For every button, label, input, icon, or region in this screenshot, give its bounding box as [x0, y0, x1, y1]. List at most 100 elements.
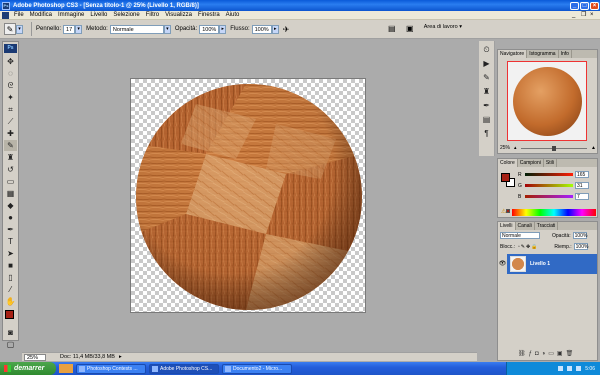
layer-comps-panel-icon[interactable]: ▤	[481, 114, 493, 125]
blur-tool-icon[interactable]: ◆	[4, 200, 17, 211]
tab-styles[interactable]: Stili	[544, 159, 557, 167]
tab-channels[interactable]: Canali	[516, 222, 535, 230]
shape-tool-icon[interactable]: ■	[4, 260, 17, 271]
healing-brush-tool-icon[interactable]: ✚	[4, 128, 17, 139]
layer-mask-icon[interactable]: ◘	[535, 351, 542, 357]
link-layers-icon[interactable]: ⛓	[518, 351, 529, 357]
clock[interactable]: 5:06	[585, 366, 595, 372]
tool-preset-dropdown[interactable]: ▾	[16, 24, 23, 34]
close-button[interactable]: ×	[590, 1, 599, 10]
lasso-tool-icon[interactable]: ᘓ	[4, 80, 17, 91]
move-tool-icon[interactable]: ✥	[4, 56, 17, 67]
brush-tool-icon[interactable]: ✎	[4, 140, 17, 151]
mode-dropdown[interactable]: ▾	[163, 24, 171, 34]
taskbar-item-photoshop[interactable]: Adobe Photoshop CS...	[149, 363, 219, 374]
maximize-button[interactable]: □	[580, 1, 589, 10]
menu-finestra[interactable]: Finestra	[195, 12, 223, 18]
mode-select[interactable]: Normale	[109, 24, 164, 34]
lock-icons[interactable]: ▫✎✥🔒	[518, 244, 538, 250]
menu-filtro[interactable]: Filtro	[143, 12, 162, 18]
doc-minimize-icon[interactable]: _	[572, 12, 578, 18]
layer-name[interactable]: Livello 1	[530, 261, 550, 267]
flow-dropdown[interactable]: ▸	[271, 24, 279, 34]
brush-size-picker[interactable]: 17	[63, 24, 76, 34]
tray-network-icon[interactable]	[558, 366, 564, 371]
eyedropper-tool-icon[interactable]: ⁄	[4, 284, 17, 295]
workspace-menu[interactable]: Area di lavoro ▾	[424, 24, 462, 30]
status-menu-arrow-icon[interactable]: ▸	[119, 354, 122, 360]
foreground-color-swatch[interactable]	[5, 310, 14, 319]
canvas[interactable]	[130, 78, 366, 313]
tab-histogram[interactable]: Istogramma	[527, 50, 559, 58]
eraser-tool-icon[interactable]: ▭	[4, 176, 17, 187]
navigator-zoom-value[interactable]: 25%	[500, 145, 514, 151]
menu-immagine[interactable]: Immagine	[55, 12, 87, 18]
pen-tool-icon[interactable]: ✒	[4, 224, 17, 235]
menu-selezione[interactable]: Selezione	[110, 12, 142, 18]
history-brush-tool-icon[interactable]: ↺	[4, 164, 17, 175]
marquee-tool-icon[interactable]: ◌	[4, 68, 17, 79]
quick-mask-icon[interactable]: ◙	[4, 327, 17, 338]
green-slider[interactable]	[525, 184, 573, 187]
red-slider[interactable]	[525, 173, 573, 176]
flow-input[interactable]: 100%	[251, 24, 272, 34]
gradient-tool-icon[interactable]: ▦	[4, 188, 17, 199]
quicklaunch-firefox-icon[interactable]	[59, 364, 73, 373]
minimize-button[interactable]: _	[570, 1, 579, 10]
type-tool-icon[interactable]: T	[4, 236, 17, 247]
menu-visualizza[interactable]: Visualizza	[162, 12, 195, 18]
zoom-in-icon[interactable]: ▲	[591, 145, 596, 151]
green-value-input[interactable]: 31	[575, 182, 589, 189]
color-spectrum-bar[interactable]	[512, 209, 596, 216]
clone-stamp-tool-icon[interactable]: ♜	[4, 152, 17, 163]
zoom-slider-knob[interactable]	[552, 145, 557, 151]
layer-row[interactable]: 👁 Livello 1	[498, 254, 597, 274]
airbrush-icon[interactable]: ✈	[283, 25, 290, 34]
blue-value-input[interactable]: 7	[575, 193, 589, 200]
tab-info[interactable]: Info	[559, 50, 572, 58]
zoom-level-input[interactable]: 25%	[24, 353, 46, 361]
crop-tool-icon[interactable]: ⌗	[4, 104, 17, 115]
palette-well-icon[interactable]: ▤	[388, 24, 396, 33]
navigator-zoom-slider[interactable]	[520, 145, 588, 151]
menu-aiuto[interactable]: Aiuto	[223, 12, 243, 18]
menu-file[interactable]: File	[11, 12, 27, 18]
tab-layers[interactable]: Livelli	[498, 222, 516, 230]
dodge-tool-icon[interactable]: ●	[4, 212, 17, 223]
opacity-dropdown[interactable]: ▸	[219, 24, 227, 34]
navigator-preview[interactable]	[507, 61, 587, 141]
actions-panel-icon[interactable]: ▶	[481, 58, 493, 69]
path-selection-tool-icon[interactable]: ➤	[4, 248, 17, 259]
new-layer-icon[interactable]: ▣	[557, 351, 566, 357]
blue-slider[interactable]	[525, 195, 573, 198]
visibility-eye-icon[interactable]: 👁	[498, 254, 507, 274]
doc-close-icon[interactable]: ×	[590, 12, 596, 18]
tab-navigator[interactable]: Navigatore	[498, 50, 528, 58]
gamut-color-swatch[interactable]	[506, 209, 510, 213]
taskbar-item-word[interactable]: Documento2 - Micro...	[222, 363, 292, 374]
fill-input[interactable]: 100%	[573, 243, 588, 250]
zoom-out-icon[interactable]: ▴	[514, 145, 517, 151]
blend-mode-select[interactable]: Normale	[500, 232, 540, 239]
tray-antivirus-icon[interactable]	[576, 366, 582, 371]
screen-mode-icon[interactable]: ▣	[406, 24, 414, 33]
menu-modifica[interactable]: Modifica	[27, 12, 55, 18]
document-icon[interactable]	[2, 11, 9, 19]
doc-restore-icon[interactable]: ❐	[581, 12, 587, 18]
new-group-icon[interactable]: ▭	[548, 351, 557, 357]
clone-source-panel-icon[interactable]: ♜	[481, 86, 493, 97]
tool-presets-panel-icon[interactable]: ✒	[481, 100, 493, 111]
tray-volume-icon[interactable]	[567, 366, 573, 371]
red-value-input[interactable]: 165	[575, 171, 589, 178]
tab-color[interactable]: Colore	[498, 159, 518, 167]
layer-opacity-input[interactable]: 100%	[572, 232, 587, 239]
screen-mode-toolbox-icon[interactable]: ▢	[4, 339, 17, 350]
brushes-panel-icon[interactable]: ✎	[481, 72, 493, 83]
brush-tool-preset-icon[interactable]: ✎	[4, 23, 16, 35]
opacity-input[interactable]: 100%	[199, 24, 220, 34]
view-box[interactable]	[507, 61, 587, 141]
hand-tool-icon[interactable]: ✋	[4, 296, 17, 307]
history-panel-icon[interactable]: ⏲	[481, 44, 493, 55]
slice-tool-icon[interactable]: ⟋	[4, 116, 17, 127]
color-panel-foreground-swatch[interactable]	[501, 173, 510, 182]
